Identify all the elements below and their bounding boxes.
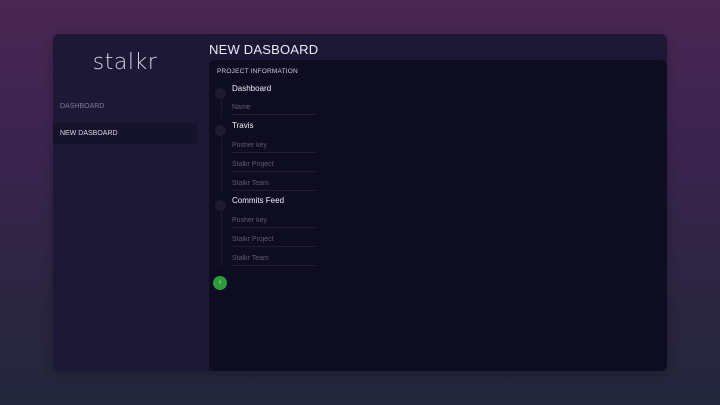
sidebar-item-new-dashboard[interactable]: NEW DASBOARD — [53, 123, 197, 144]
sidebar-item-dashboard[interactable]: DASHBOARD — [53, 96, 197, 117]
group-connector-line — [221, 100, 222, 118]
group-title-travis: Travis — [232, 121, 254, 130]
travis-stalkr-team-field[interactable] — [232, 176, 316, 191]
travis-stalkr-project-field[interactable] — [232, 157, 316, 172]
sidebar: stalkr DASHBOARD NEW DASBOARD — [53, 34, 203, 371]
group-dot-icon — [215, 200, 226, 211]
commits-stalkr-team-field[interactable] — [232, 251, 316, 266]
page-title: NEW DASBOARD — [209, 42, 319, 57]
section-label: PROJECT INFORMATION — [217, 68, 298, 75]
dashboard-name-field[interactable] — [232, 100, 316, 115]
chevron-right-icon: › — [218, 279, 222, 286]
commits-stalkr-project-field[interactable] — [232, 232, 316, 247]
group-dot-icon — [215, 88, 226, 99]
group-title-dashboard: Dashboard — [232, 84, 272, 93]
group-dot-icon — [215, 125, 226, 136]
travis-pusher-key-field[interactable] — [232, 138, 316, 153]
group-title-commits-feed: Commits Feed — [232, 196, 285, 205]
project-form-panel: PROJECT INFORMATION Dashboard Travis Com… — [209, 60, 667, 371]
stalkr-logo: stalkr — [92, 50, 158, 75]
group-connector-line — [221, 137, 222, 192]
submit-button[interactable]: › — [213, 276, 227, 290]
commits-pusher-key-field[interactable] — [232, 213, 316, 228]
group-connector-line — [221, 212, 222, 267]
app-window: stalkr DASHBOARD NEW DASBOARD NEW DASBOA… — [53, 34, 667, 371]
